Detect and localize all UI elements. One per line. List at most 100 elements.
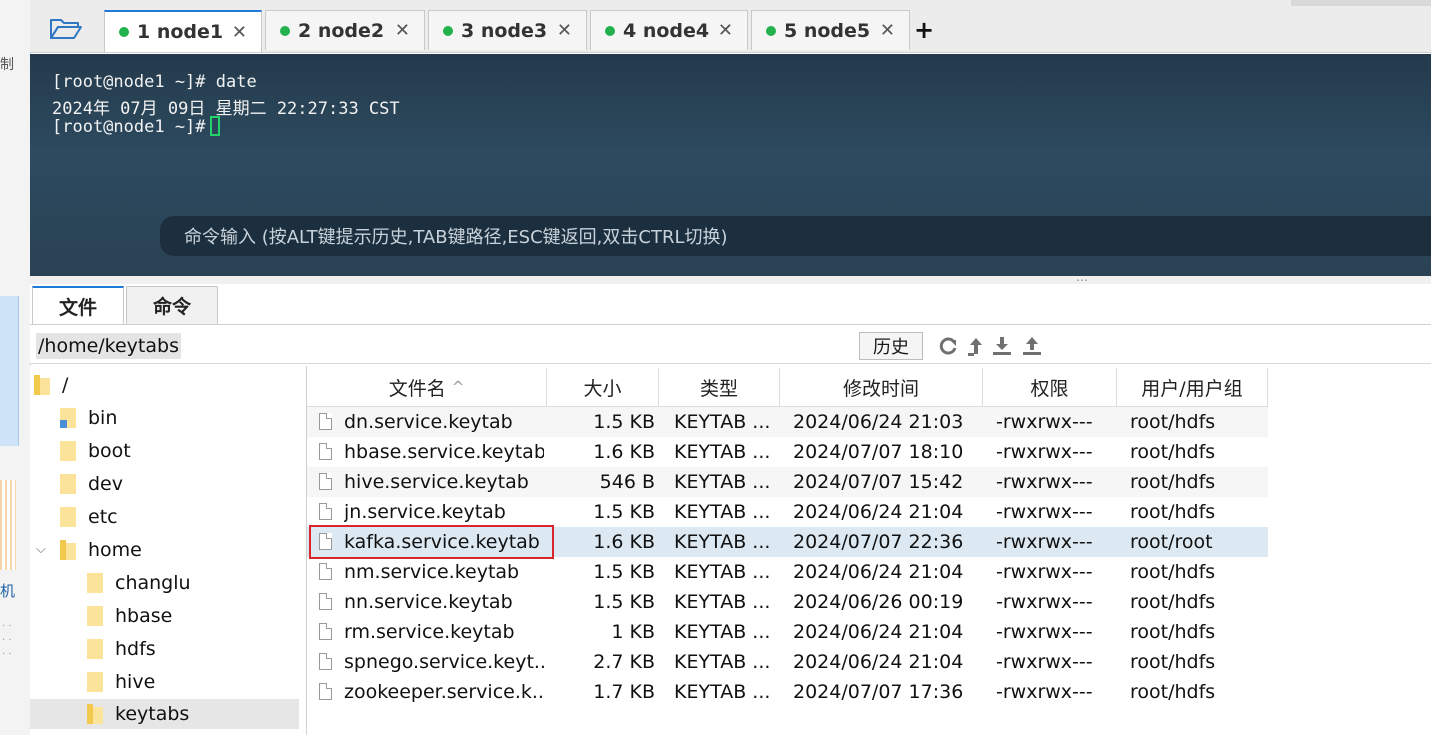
connected-status-icon	[766, 25, 776, 36]
file-type: KEYTAB ...	[674, 411, 771, 433]
close-icon[interactable]: ✕	[232, 22, 247, 43]
tree-item-bin[interactable]: bin	[60, 403, 117, 433]
header-label: 文件名	[388, 377, 446, 400]
directory-tree: / bin boot dev etc ⌵ home changlu hbase …	[30, 366, 307, 735]
file-type: KEYTAB ...	[674, 681, 771, 703]
connected-status-icon	[443, 25, 453, 36]
tab-files[interactable]: 文件	[32, 286, 124, 324]
file-mtime: 2024/07/07 22:36	[793, 531, 964, 553]
file-permissions: -rwxrwx---	[996, 591, 1093, 613]
splitter-grip-icon[interactable]: ⋯	[1076, 274, 1089, 286]
tree-item-label: hdfs	[115, 638, 156, 660]
close-icon[interactable]: ✕	[718, 20, 733, 41]
column-header-owner[interactable]: 用户/用户组	[1117, 368, 1268, 406]
file-owner: root/hdfs	[1130, 501, 1216, 523]
file-row[interactable]: spnego.service.keyt... 2.7 KB KEYTAB ...…	[307, 647, 1268, 677]
tree-item-label: hbase	[115, 605, 173, 627]
open-folder-button[interactable]	[46, 14, 86, 44]
file-row[interactable]: jn.service.keytab 1.5 KB KEYTAB ... 2024…	[307, 497, 1268, 527]
column-header-mtime[interactable]: 修改时间	[780, 368, 983, 406]
file-owner: root/hdfs	[1130, 651, 1216, 673]
upload-button[interactable]	[1020, 334, 1044, 358]
column-header-size[interactable]: 大小	[547, 368, 659, 406]
tree-item-changlu[interactable]: changlu	[87, 568, 191, 598]
tab-node3[interactable]: 3 node3 ✕	[428, 10, 587, 50]
tree-item-hdfs[interactable]: hdfs	[87, 634, 156, 664]
panel-splitter[interactable]: ⋯	[30, 274, 1431, 286]
connected-status-icon	[605, 25, 615, 36]
file-type: KEYTAB ...	[674, 471, 771, 493]
background-chart	[0, 480, 16, 570]
tree-item-home[interactable]: home	[60, 535, 142, 565]
tree-item-etc[interactable]: etc	[60, 502, 118, 532]
file-size: 1.7 KB	[593, 681, 655, 703]
file-row-selected[interactable]: kafka.service.keytab 1.6 KB KEYTAB ... 2…	[307, 527, 1268, 557]
tree-item-dev[interactable]: dev	[60, 469, 123, 499]
file-row[interactable]: zookeeper.service.k... 1.7 KB KEYTAB ...…	[307, 677, 1268, 707]
file-mtime: 2024/06/26 00:19	[793, 591, 964, 613]
file-permissions: -rwxrwx---	[996, 471, 1093, 493]
tab-node4[interactable]: 4 node4 ✕	[590, 10, 748, 50]
file-name: nm.service.keytab	[344, 561, 520, 583]
folder-open-icon	[50, 19, 82, 39]
close-icon[interactable]: ✕	[395, 20, 410, 41]
file-owner: root/hdfs	[1130, 681, 1216, 703]
tree-item-label: etc	[88, 506, 118, 528]
file-name: dn.service.keytab	[344, 411, 513, 433]
file-icon	[319, 443, 332, 460]
add-tab-button[interactable]: +	[914, 16, 934, 44]
connected-status-icon	[119, 27, 129, 37]
folder-icon	[34, 375, 50, 395]
download-button[interactable]	[990, 334, 1014, 358]
tab-label: 1 node1	[137, 21, 224, 43]
parent-dir-button[interactable]	[964, 334, 988, 358]
file-owner: root/hdfs	[1130, 441, 1216, 463]
file-row[interactable]: hbase.service.keytab 1.6 KB KEYTAB ... 2…	[307, 437, 1268, 467]
tree-item-keytabs[interactable]: keytabs	[30, 699, 299, 729]
file-owner: root/hdfs	[1130, 591, 1216, 613]
file-size: 1.6 KB	[593, 441, 655, 463]
tree-item-hbase[interactable]: hbase	[87, 601, 172, 631]
terminal-panel[interactable]: [root@node1 ~]# date 2024年 07月 09日 星期二 2…	[30, 54, 1431, 276]
tree-item-label: changlu	[115, 572, 191, 594]
download-icon	[993, 337, 1011, 355]
column-header-permissions[interactable]: 权限	[983, 368, 1117, 406]
tree-item-boot[interactable]: boot	[60, 436, 131, 466]
file-size: 1.5 KB	[593, 591, 655, 613]
close-icon[interactable]: ✕	[557, 20, 572, 41]
chevron-down-icon[interactable]: ⌵	[36, 542, 46, 557]
file-row[interactable]: hive.service.keytab 546 B KEYTAB ... 202…	[307, 467, 1268, 497]
file-row[interactable]: rm.service.keytab 1 KB KEYTAB ... 2024/0…	[307, 617, 1268, 647]
tab-label: 4 node4	[623, 19, 710, 42]
tab-node5[interactable]: 5 node5 ✕	[751, 10, 910, 50]
file-name: rm.service.keytab	[344, 621, 515, 643]
file-permissions: -rwxrwx---	[996, 411, 1093, 433]
column-header-type[interactable]: 类型	[659, 368, 780, 406]
file-row[interactable]: nn.service.keytab 1.5 KB KEYTAB ... 2024…	[307, 587, 1268, 617]
tree-item-hive[interactable]: hive	[87, 667, 155, 697]
file-row[interactable]: nm.service.keytab 1.5 KB KEYTAB ... 2024…	[307, 557, 1268, 587]
file-row[interactable]: dn.service.keytab 1.5 KB KEYTAB ... 2024…	[307, 407, 1268, 437]
close-icon[interactable]: ✕	[880, 20, 895, 41]
path-input[interactable]: /home/keytabs	[36, 333, 181, 359]
command-input[interactable]: 命令输入 (按ALT键提示历史,TAB键路径,ESC键返回,双击CTRL切换)	[160, 216, 1431, 256]
tab-node1[interactable]: 1 node1 ✕	[104, 10, 262, 52]
file-owner: root/hdfs	[1130, 411, 1216, 433]
column-header-name[interactable]: 文件名 ^	[307, 368, 547, 406]
tab-commands[interactable]: 命令	[126, 286, 218, 324]
folder-open-icon	[60, 540, 76, 560]
file-size: 1.5 KB	[593, 561, 655, 583]
file-name: nn.service.keytab	[344, 591, 513, 613]
history-button[interactable]: 历史	[859, 332, 923, 360]
tree-item-label: keytabs	[115, 703, 190, 725]
folder-link-icon	[60, 408, 76, 428]
file-mtime: 2024/06/24 21:04	[793, 561, 964, 583]
file-icon	[319, 563, 332, 580]
tab-node2[interactable]: 2 node2 ✕	[265, 10, 425, 50]
refresh-icon	[939, 337, 957, 355]
file-permissions: -rwxrwx---	[996, 561, 1093, 583]
folder-icon	[87, 606, 103, 626]
refresh-button[interactable]	[936, 334, 960, 358]
tree-item-root[interactable]: /	[34, 370, 68, 400]
file-icon	[319, 413, 332, 430]
